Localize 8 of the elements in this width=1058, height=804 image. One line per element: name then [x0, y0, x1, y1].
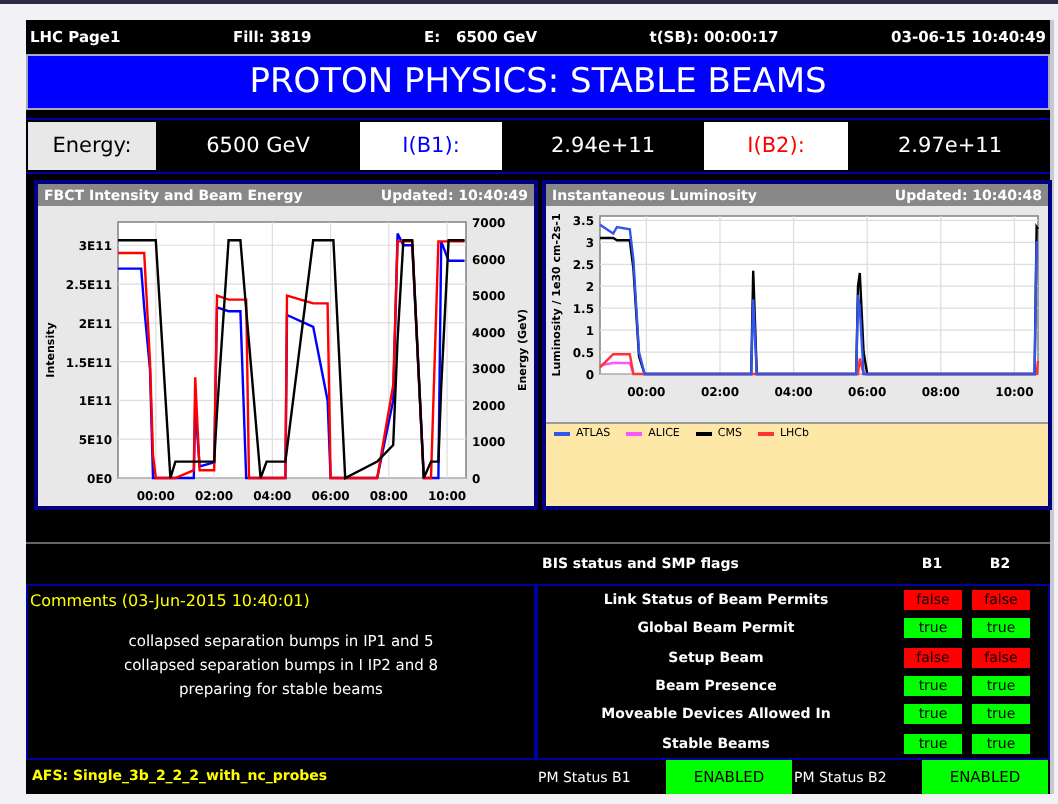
b2-intensity-value: 2.97e+11 [896, 132, 1004, 162]
comments-title: Comments (03-Jun-2015 10:40:01) [28, 590, 312, 614]
energy-label: Energy: [28, 122, 156, 170]
machine-mode-banner: PROTON PHYSICS: STABLE BEAMS [26, 54, 1050, 110]
b2-intensity-label: I(B2): [704, 122, 848, 170]
b1-intensity-value: 2.94e+11 [549, 132, 657, 162]
b1-intensity-label: I(B1): [360, 122, 502, 170]
energy-value: 6500 GeV [204, 132, 312, 162]
